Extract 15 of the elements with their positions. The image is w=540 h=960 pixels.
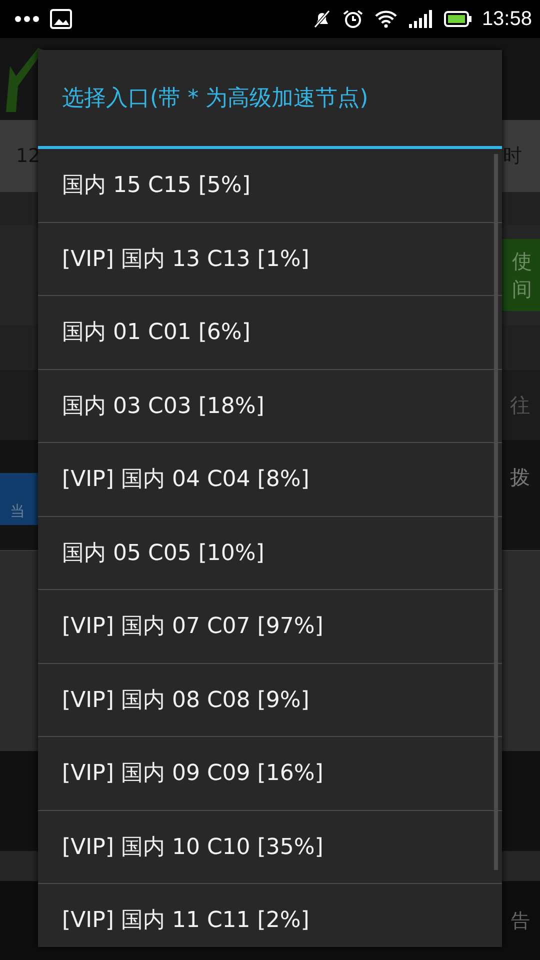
tile-label: 当 <box>10 502 25 521</box>
footer-label: 告 <box>511 908 530 934</box>
battery-icon <box>444 11 472 27</box>
wifi-icon <box>374 10 398 28</box>
signal-icon <box>408 10 434 28</box>
status-time: 13:58 <box>482 8 532 30</box>
row-label: 往 <box>510 392 530 418</box>
list-item[interactable]: [VIP] 国内 11 C11 [2%] <box>38 884 502 947</box>
row-label: 拨 <box>510 464 530 491</box>
more-icon <box>14 15 40 23</box>
muted-bell-icon <box>312 9 332 29</box>
alarm-clock-icon <box>342 9 364 29</box>
image-icon <box>50 9 72 29</box>
dialog-title: 选择入口(带 * 为高级加速节点) <box>38 50 502 149</box>
scrollbar[interactable] <box>494 154 498 870</box>
